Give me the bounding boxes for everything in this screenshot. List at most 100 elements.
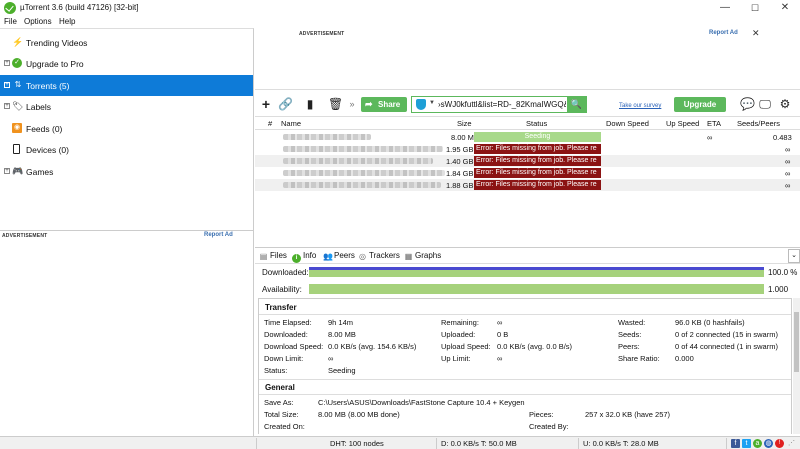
row-size: 1.95 GB (446, 145, 474, 154)
url-input[interactable]: ▼ ›sWJ0kfuttl&list=RD-_82KmaIWGQ&index=1… (411, 96, 587, 113)
tab-peers[interactable]: 👥Peers (323, 251, 355, 261)
sidebar-item-labels[interactable]: + 🏷 Labels (0, 96, 253, 117)
url-input-value[interactable]: ›sWJ0kfuttl&list=RD-_82KmaIWGQ&index=19 (438, 100, 566, 109)
maximize-button[interactable]: ☐ (740, 0, 770, 16)
chat-icon[interactable]: 💬 (740, 97, 755, 111)
row-seeds-peers: ∞ (785, 157, 791, 166)
sidebar-item-feeds[interactable]: ◉ Feeds (0) (0, 118, 253, 139)
row-seeds-peers: ∞ (785, 181, 791, 190)
row-size: 1.84 GB (446, 169, 474, 178)
tab-files[interactable]: ▤ Files (259, 251, 287, 261)
scrollbar-thumb[interactable] (794, 312, 799, 372)
collapse-panel-icon[interactable]: ⌄ (788, 249, 800, 263)
save-as-value: C:\Users\ASUS\Downloads\FastStone Captur… (318, 398, 525, 407)
menu-file[interactable]: File (4, 17, 17, 26)
download-speed-value: 0.0 KB/s (avg. 154.6 KB/s) (328, 342, 417, 351)
sidebar-item-devices[interactable]: Devices (0) (0, 139, 253, 160)
dropdown-arrow-icon[interactable]: ▼ (429, 100, 435, 106)
trackers-icon: ◎ (359, 252, 366, 261)
gamepad-icon: 🎮 (12, 166, 24, 176)
add-link-icon[interactable]: 🔗 (278, 97, 293, 111)
tab-label: Peers (334, 251, 355, 260)
globe-icon[interactable]: ◍ (764, 439, 773, 448)
sidebar-item-torrents[interactable]: + ⇅ Torrents (5) (0, 75, 253, 96)
table-row[interactable]: 1.40 GB Error: Files missing from job. P… (255, 155, 800, 167)
table-row[interactable]: 1.88 GB Error: Files missing from job. P… (255, 179, 800, 191)
create-torrent-icon[interactable]: ▮ (303, 97, 317, 111)
search-icon[interactable]: 🔍 (567, 97, 586, 112)
menu-help[interactable]: Help (59, 17, 75, 26)
status-label: Status: (264, 366, 288, 375)
peers-label: Peers: (618, 342, 640, 351)
warning-icon[interactable]: ! (775, 439, 784, 448)
uploaded-label: Uploaded: (441, 330, 476, 339)
info-scrollbar[interactable] (793, 298, 800, 434)
column-header-seeds-peers[interactable]: Seeds/Peers (737, 117, 780, 130)
survey-link[interactable]: Take our survey (619, 103, 661, 109)
resize-grip-icon[interactable]: ⋰ (787, 439, 796, 448)
tab-info[interactable]: i Info (292, 251, 316, 263)
sidebar-item-label: Torrents (5) (26, 81, 70, 91)
monitor-icon[interactable]: 🖵 (758, 97, 772, 111)
divider (259, 379, 791, 380)
column-header-eta[interactable]: ETA (707, 117, 721, 130)
trash-icon[interactable]: 🗑 (328, 97, 343, 111)
column-header-up-speed[interactable]: Up Speed (666, 117, 699, 130)
column-header-name[interactable]: Name (281, 117, 301, 130)
tab-graphs[interactable]: ▦ Graphs (404, 251, 442, 261)
created-on-label: Created On: (264, 422, 305, 431)
sidebar-item-upgrade-to-pro[interactable]: + ✓ Upgrade to Pro (0, 53, 253, 74)
tab-trackers[interactable]: ◎ Trackers (358, 251, 400, 261)
more-icon[interactable]: » (345, 97, 359, 111)
download-status: D: 0.0 KB/s T: 50.0 MB (441, 439, 517, 448)
downloaded-label: Downloaded: (264, 330, 308, 339)
report-ad-link[interactable]: Report Ad (709, 30, 738, 36)
sidebar-item-trending-videos[interactable]: ⚡ Trending Videos (0, 32, 253, 53)
info-panel: Transfer Time Elapsed: 9h 14m Downloaded… (258, 298, 792, 434)
tab-label: Trackers (369, 251, 400, 260)
torrent-name-redacted (283, 146, 443, 152)
ad-close-icon[interactable]: ✕ (752, 28, 760, 39)
facebook-icon[interactable]: f (731, 439, 740, 448)
column-header-status[interactable]: Status (526, 117, 547, 130)
sidebar-ad: ADVERTISEMENT Report Ad (0, 230, 254, 436)
upload-status: U: 0.0 KB/s T: 28.0 MB (583, 439, 659, 448)
time-elapsed-value: 9h 14m (328, 318, 354, 327)
expand-icon[interactable]: + (4, 82, 10, 88)
twitter-icon[interactable]: t (742, 439, 751, 448)
expand-icon[interactable]: + (4, 103, 10, 109)
add-torrent-icon[interactable]: + (259, 97, 273, 111)
column-header-down-speed[interactable]: Down Speed (606, 117, 649, 130)
menu-options[interactable]: Options (24, 17, 52, 26)
share-button[interactable]: ➦ Share (361, 97, 407, 112)
divider (256, 438, 257, 449)
device-icon (13, 144, 20, 154)
menu-bar: File Options Help (0, 16, 800, 28)
bolt-icon: ⚡ (12, 37, 24, 47)
gear-icon[interactable]: ⚙ (778, 97, 792, 111)
table-row[interactable]: 8.00 MB Seeding ∞ 0.483 (255, 131, 800, 143)
sidebar-item-games[interactable]: + 🎮 Games (0, 161, 253, 182)
column-header-number[interactable]: # (268, 117, 272, 130)
close-button[interactable]: ✕ (770, 0, 800, 16)
divider (726, 438, 727, 449)
torrents-icon: ⇅ (14, 80, 22, 89)
expand-icon[interactable]: + (4, 168, 10, 174)
availability-label: Availability: (262, 285, 302, 294)
total-size-value: 8.00 MB (8.00 MB done) (318, 410, 400, 419)
column-header-size[interactable]: Size (457, 117, 472, 130)
minimize-button[interactable]: — (710, 0, 740, 16)
android-icon[interactable]: a (753, 439, 762, 448)
report-ad-link[interactable]: Report Ad (204, 232, 233, 238)
upgrade-button[interactable]: Upgrade (674, 97, 726, 112)
row-status: Error: Files missing from job. Please re (474, 168, 601, 178)
table-row[interactable]: 1.84 GB Error: Files missing from job. P… (255, 167, 800, 179)
sidebar-item-label: Feeds (0) (26, 124, 63, 134)
expand-icon[interactable]: + (4, 60, 10, 66)
utorrent-logo-icon (4, 2, 16, 14)
downloaded-progress-bar (309, 267, 764, 277)
remaining-label: Remaining: (441, 318, 479, 327)
table-row[interactable]: 1.95 GB Error: Files missing from job. P… (255, 143, 800, 155)
peers-value: 0 of 44 connected (1 in swarm) (675, 342, 778, 351)
dht-status: DHT: 100 nodes (330, 439, 384, 448)
